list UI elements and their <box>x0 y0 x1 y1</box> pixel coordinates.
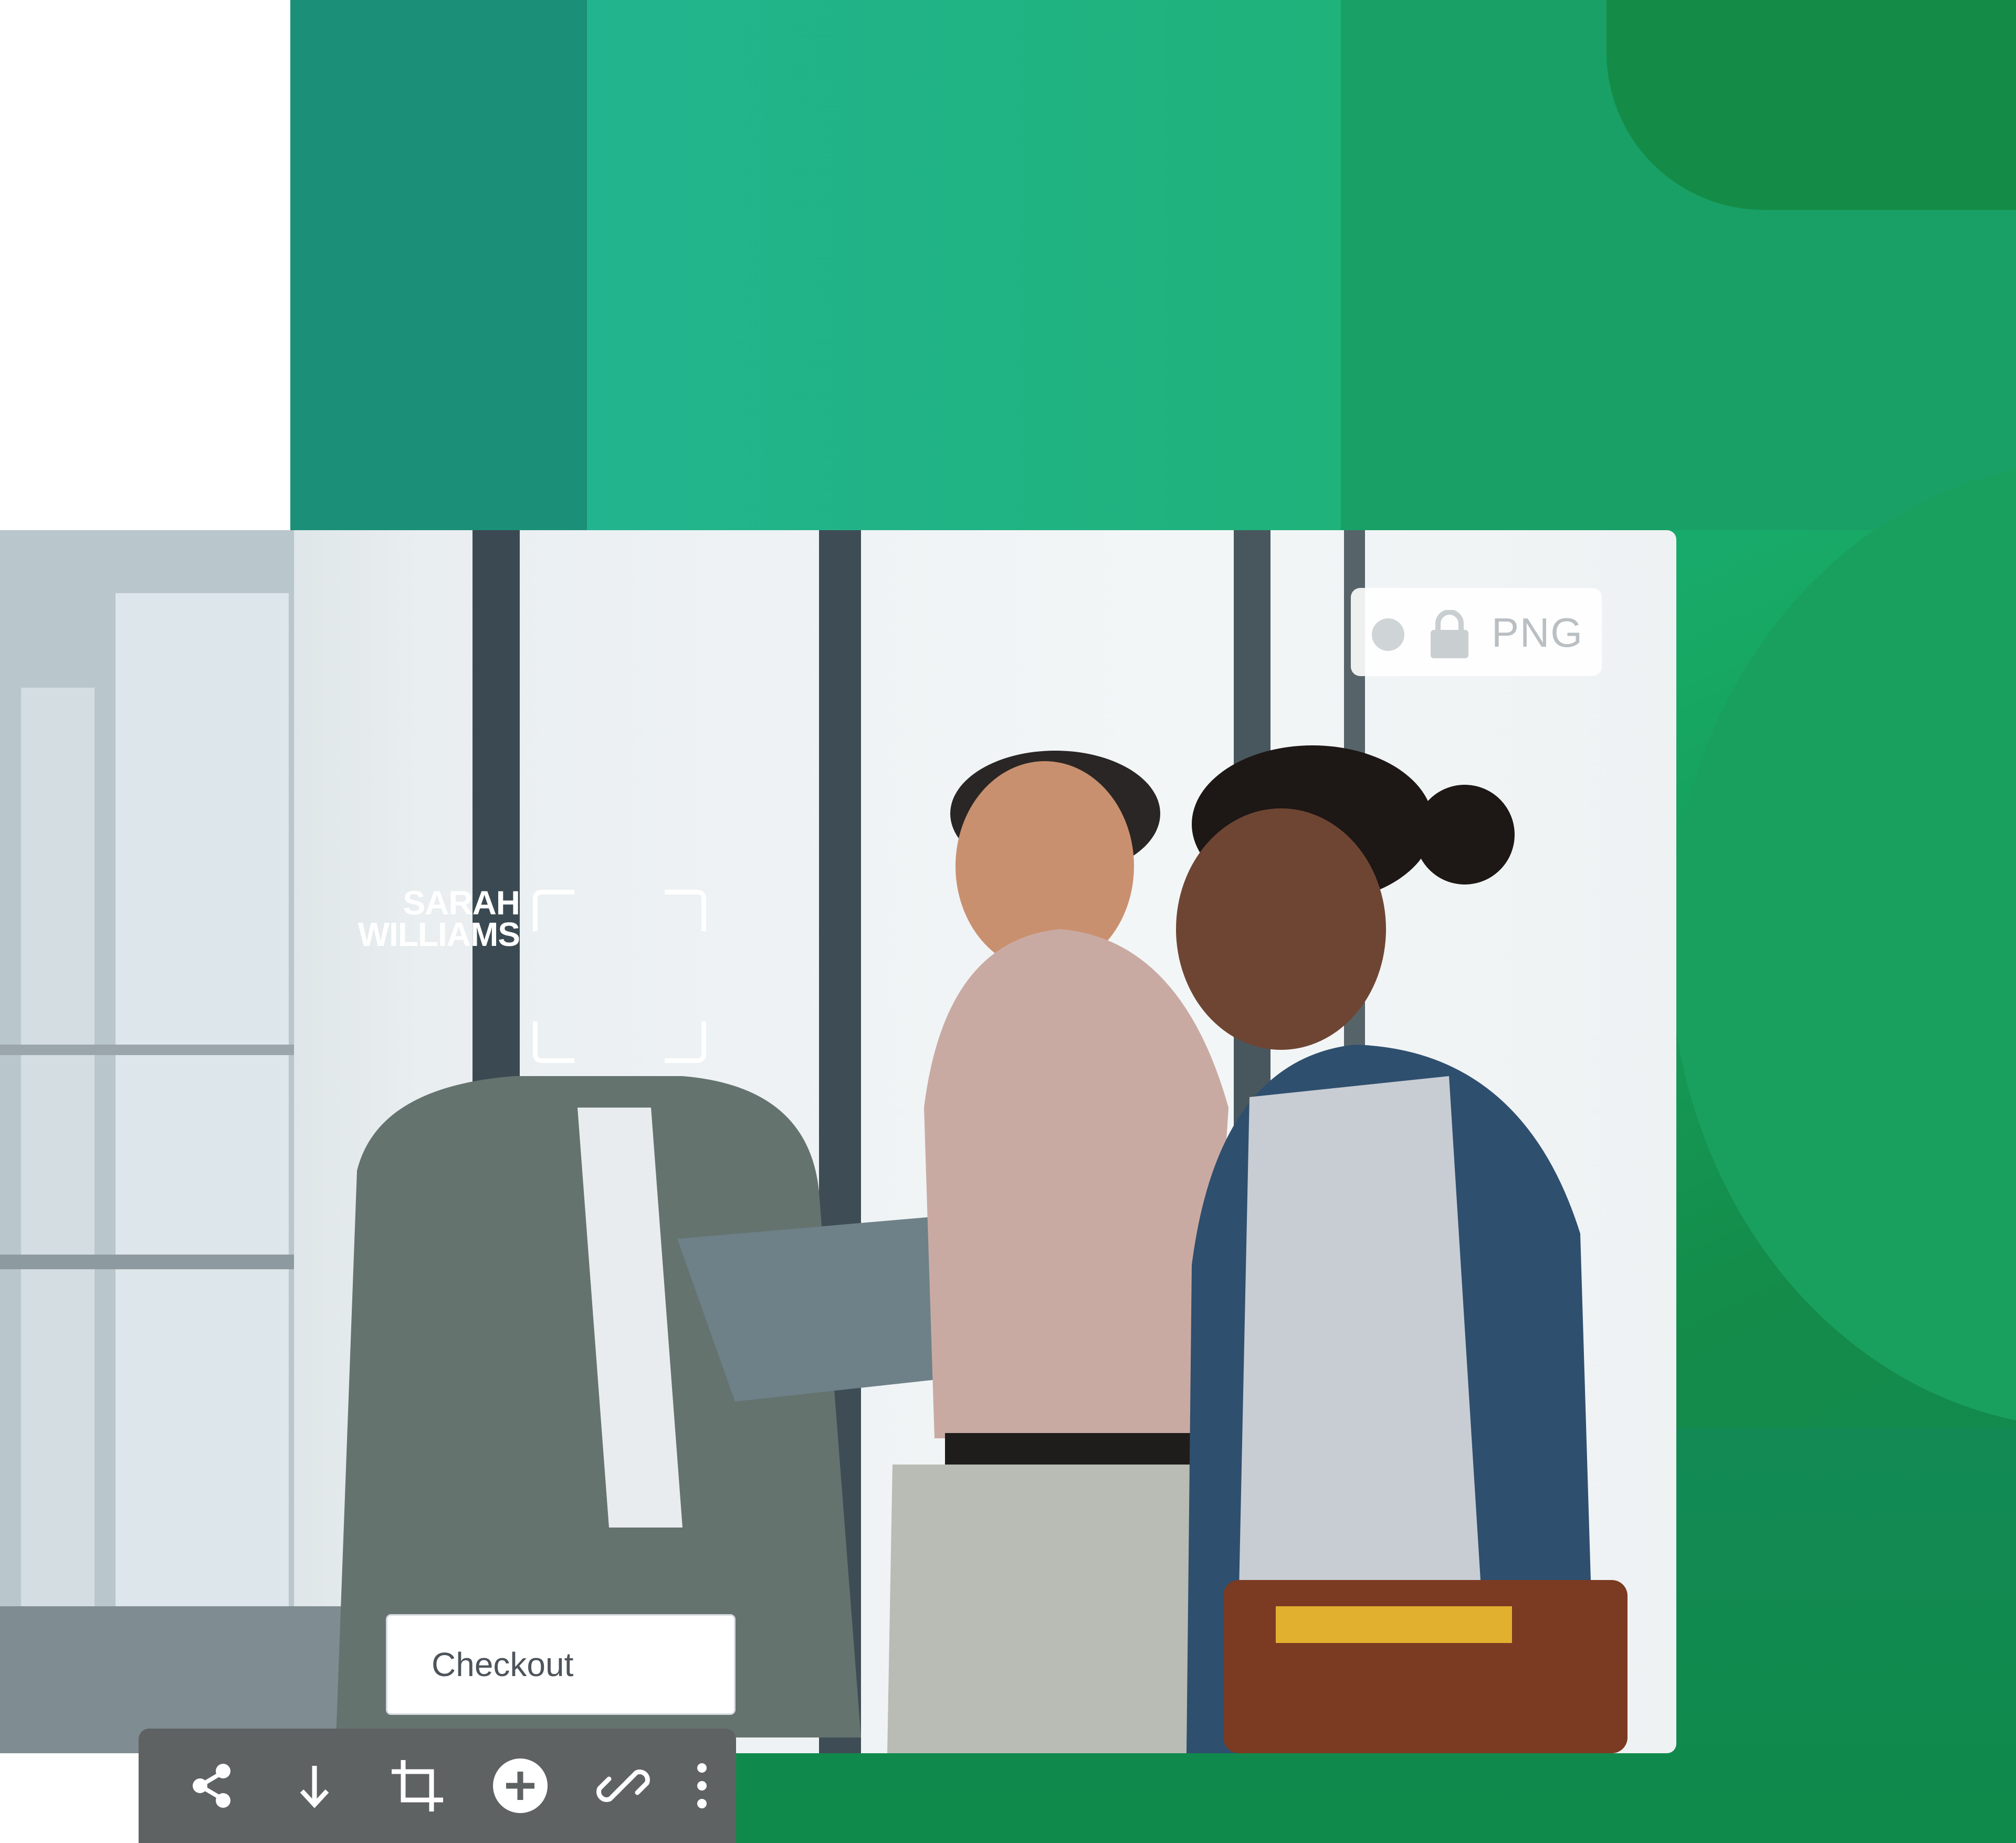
checkout-label: Checkout <box>432 1646 574 1683</box>
image-toolbar <box>139 1729 736 1843</box>
share-button[interactable] <box>173 1747 250 1824</box>
status-dot <box>1372 618 1404 651</box>
download-icon <box>288 1760 341 1812</box>
face-name-label: SARAH WILLIAMS <box>294 884 520 953</box>
office-photo <box>0 530 1628 1753</box>
photo-canvas[interactable] <box>0 530 1676 1753</box>
face-name-last: WILLIAMS <box>358 915 520 953</box>
crop-button[interactable] <box>379 1747 456 1824</box>
stage: SARAH WILLIAMS PNG Checkout <box>0 0 2016 1843</box>
format-label: PNG <box>1492 609 1584 656</box>
more-button[interactable] <box>664 1747 740 1824</box>
frame-corner <box>665 890 706 931</box>
share-icon <box>185 1760 238 1812</box>
link-button[interactable] <box>585 1747 662 1824</box>
frame-corner <box>533 890 574 931</box>
background-stripe <box>290 0 587 530</box>
lock-icon <box>1431 610 1468 658</box>
frame-corner <box>665 1021 706 1063</box>
face-detection-frame[interactable] <box>533 890 706 1063</box>
face-name-first: SARAH <box>403 884 520 922</box>
more-vertical-icon <box>691 1760 712 1812</box>
download-button[interactable] <box>276 1747 353 1824</box>
format-badge[interactable]: PNG <box>1351 588 1602 676</box>
crop-icon <box>388 1757 446 1815</box>
link-icon <box>594 1757 652 1815</box>
background-stripe <box>587 0 1341 530</box>
add-icon <box>491 1757 549 1815</box>
checkout-button[interactable]: Checkout <box>386 1614 736 1715</box>
add-button[interactable] <box>482 1747 559 1824</box>
frame-corner <box>533 1021 574 1063</box>
